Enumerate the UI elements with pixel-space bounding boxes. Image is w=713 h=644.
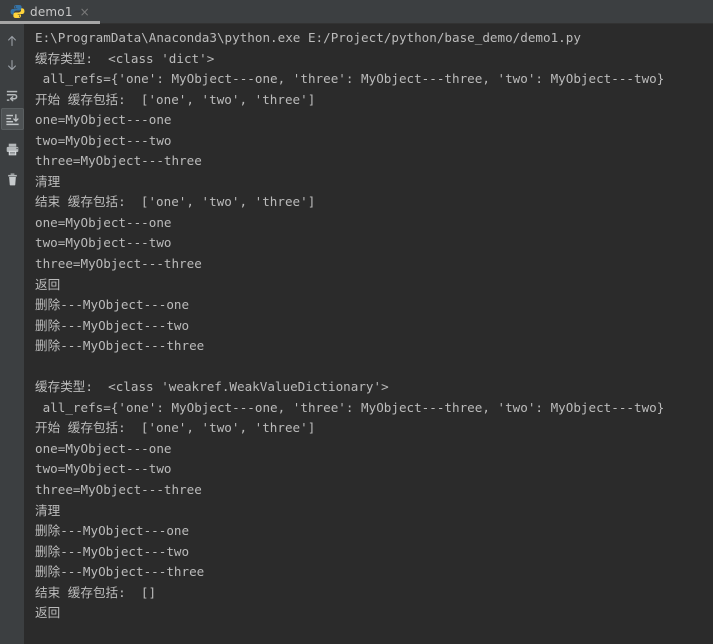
console-line: 结束 缓存包括: []: [35, 584, 157, 600]
console-line: two=MyObject---two: [35, 235, 172, 251]
toolbar-separator: [0, 162, 24, 166]
console-line: 清理: [35, 502, 61, 518]
console-line: 删除---MyObject---three: [35, 338, 205, 354]
console-output[interactable]: E:\ProgramData\Anaconda3\python.exe E:/P…: [25, 24, 713, 644]
toolbar-separator: [0, 78, 24, 82]
python-file-icon: [10, 4, 25, 19]
console-line: one=MyObject---one: [35, 214, 172, 230]
console-line: three=MyObject---three: [35, 482, 202, 498]
console-line: 开始 缓存包括: ['one', 'two', 'three']: [35, 420, 316, 436]
console-line: 删除---MyObject---two: [35, 543, 190, 559]
console-line: 返回: [35, 276, 61, 292]
up-arrow-icon[interactable]: [1, 30, 24, 52]
close-icon[interactable]: ×: [78, 6, 92, 18]
soft-wrap-icon[interactable]: [1, 84, 24, 106]
tab-demo1[interactable]: demo1 ×: [0, 0, 100, 24]
console-line: two=MyObject---two: [35, 132, 172, 148]
tab-label: demo1: [30, 4, 73, 19]
console-line: 结束 缓存包括: ['one', 'two', 'three']: [35, 194, 316, 210]
down-arrow-icon[interactable]: [1, 54, 24, 76]
console-line: 清理: [35, 173, 61, 189]
console-line: two=MyObject---two: [35, 461, 172, 477]
tab-bar: demo1 ×: [0, 0, 713, 24]
console-line: three=MyObject---three: [35, 153, 202, 169]
console-line: 缓存类型: <class 'dict'>: [35, 50, 215, 66]
console-line: E:\ProgramData\Anaconda3\python.exe E:/P…: [35, 30, 581, 45]
run-console-window: demo1 × E:\ProgramData\Anaconda3\python.…: [0, 0, 713, 644]
console-line: three=MyObject---three: [35, 256, 202, 272]
console-line: 删除---MyObject---one: [35, 297, 190, 313]
console-line: 删除---MyObject---one: [35, 523, 190, 539]
toolbar-separator: [0, 132, 24, 136]
console-line: all_refs={'one': MyObject---one, 'three'…: [35, 71, 665, 87]
console-line: 删除---MyObject---two: [35, 317, 190, 333]
console-line: all_refs={'one': MyObject---one, 'three'…: [35, 399, 665, 415]
console-line: one=MyObject---one: [35, 440, 172, 456]
console-toolbar: [0, 24, 25, 644]
console-line: 返回: [35, 605, 61, 621]
console-body: E:\ProgramData\Anaconda3\python.exe E:/P…: [0, 24, 713, 644]
scroll-to-end-icon[interactable]: [0, 108, 24, 130]
console-line: 删除---MyObject---three: [35, 564, 205, 580]
console-line: 开始 缓存包括: ['one', 'two', 'three']: [35, 91, 316, 107]
console-line: one=MyObject---one: [35, 112, 172, 128]
console-line: 缓存类型: <class 'weakref.WeakValueDictionar…: [35, 379, 389, 395]
print-icon[interactable]: [1, 138, 24, 160]
trash-icon[interactable]: [1, 168, 24, 190]
